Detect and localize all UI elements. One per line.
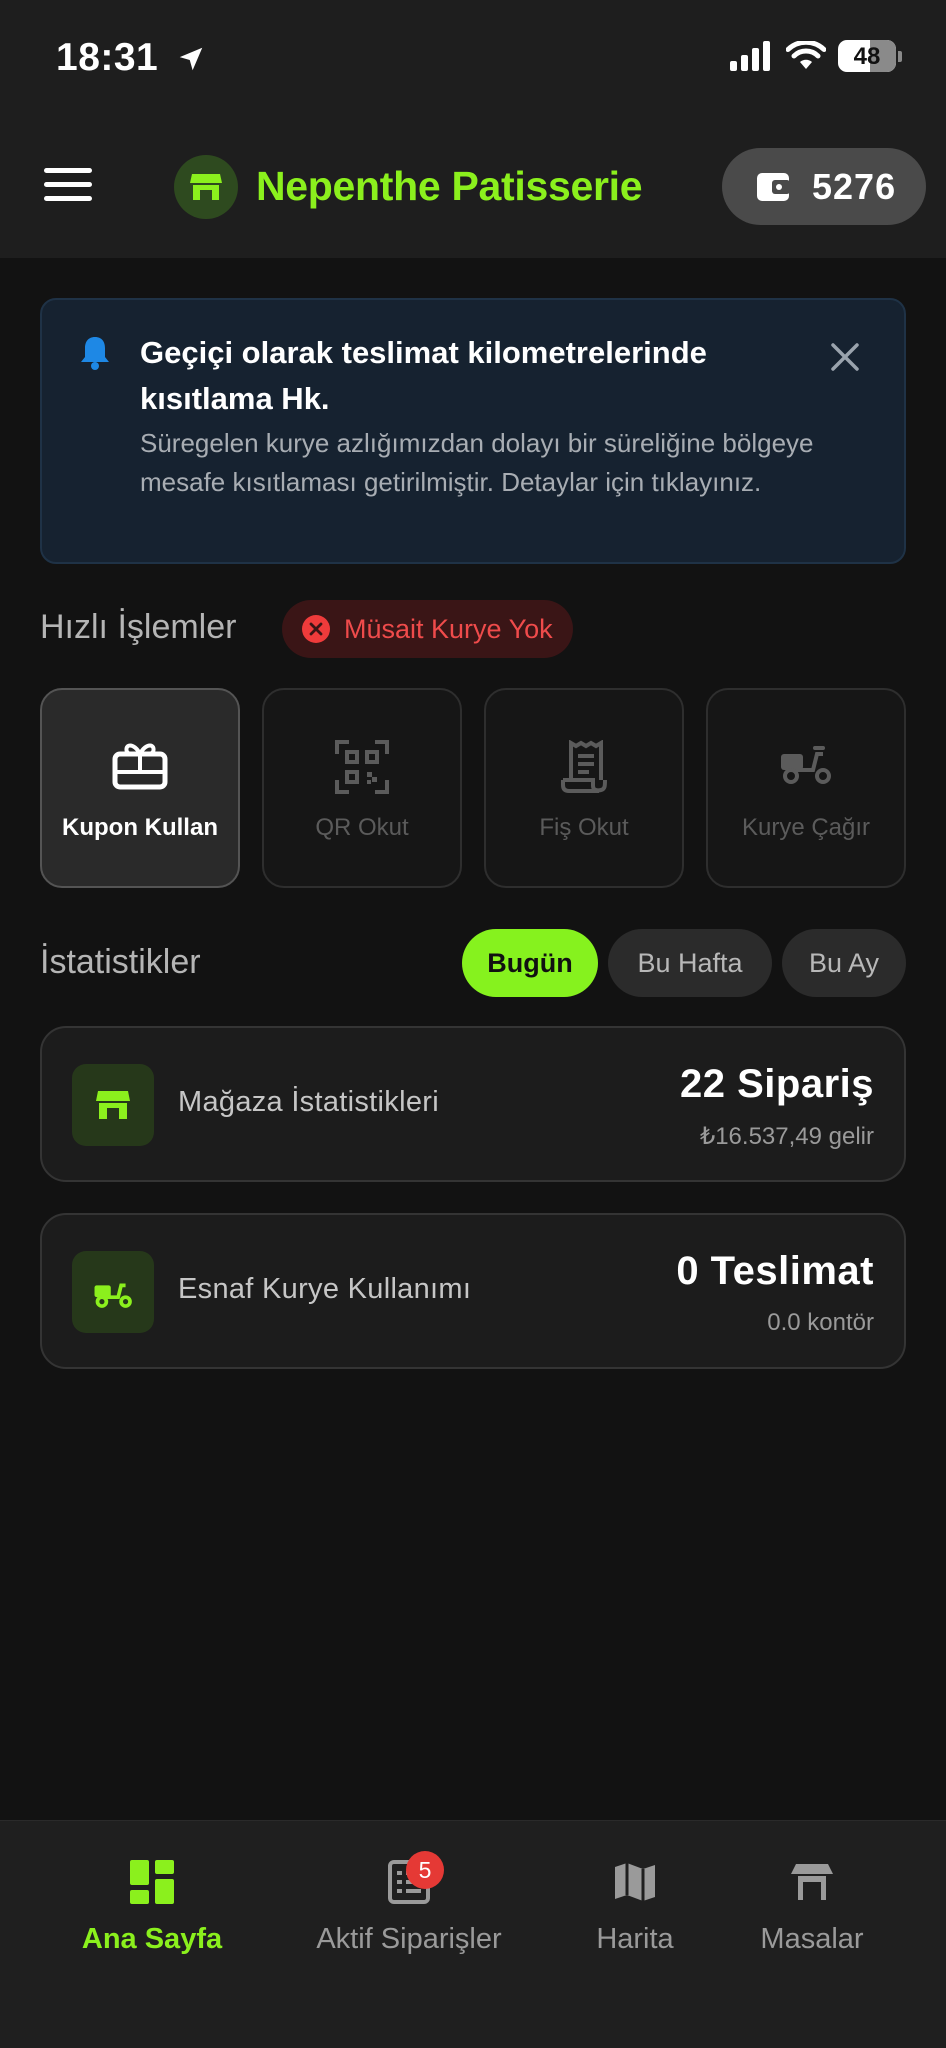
dashboard-icon (130, 1860, 174, 1904)
qr-scan-action-label: QR Okut (315, 814, 409, 841)
period-today-tab[interactable]: Bugün (462, 929, 598, 997)
store-stats-icon-box (72, 1064, 154, 1146)
map-icon (615, 1863, 655, 1901)
nav-active-orders-label: Aktif Siparişler (316, 1923, 502, 1955)
announcement-card[interactable]: Geçiçi olarak teslimat kilometrelerinde … (40, 298, 906, 564)
receipt-scan-action-label: Fiş Okut (539, 814, 629, 841)
battery-level: 48 (853, 43, 881, 70)
status-indicators: 48 (730, 40, 902, 72)
error-icon (302, 615, 330, 643)
store-name[interactable]: Nepenthe Patisserie (256, 163, 643, 210)
status-time: 18:31 (56, 36, 206, 80)
courier-status-badge: Müsait Kurye Yok (282, 600, 573, 658)
orders-count-badge: 5 (406, 1851, 444, 1889)
nav-active-orders[interactable]: 5 Aktif Siparişler (298, 1847, 520, 1956)
location-arrow-icon (179, 47, 202, 71)
stats-title: İstatistikler (40, 943, 201, 981)
announcement-body: Süregelen kurye azlığımızdan dolayı bir … (140, 428, 814, 497)
store-icon (96, 1091, 130, 1119)
nav-map[interactable]: Harita (578, 1847, 692, 1956)
store-stats-revenue: ₺16.537,49 gelir (699, 1123, 874, 1150)
receipt-icon (561, 740, 607, 793)
scooter-icon (94, 1283, 132, 1308)
nav-tables[interactable]: Masalar (750, 1847, 874, 1956)
nav-tables-label: Masalar (760, 1923, 864, 1955)
balance-button[interactable]: 5276 (722, 148, 926, 225)
quick-actions-title: Hızlı İşlemler (40, 608, 237, 646)
call-courier-action-button[interactable]: Kurye Çağır (706, 688, 906, 888)
battery-indicator: 48 (838, 40, 896, 72)
close-icon[interactable] (830, 342, 860, 372)
bell-icon (81, 337, 109, 370)
period-week-tab[interactable]: Bu Hafta (608, 929, 772, 997)
coupon-action-button[interactable]: Kupon Kullan (40, 688, 240, 888)
store-stats-card[interactable]: Mağaza İstatistikleri 22 Sipariş ₺16.537… (40, 1026, 906, 1182)
courier-usage-deliveries: 0 Teslimat (676, 1249, 874, 1293)
app-header: 18:31 48 Nepenthe Patisserie 5276 (0, 0, 946, 258)
bottom-navigation: Ana Sayfa 5 Aktif Siparişler Harita Masa… (0, 1820, 946, 2048)
courier-usage-label: Esnaf Kurye Kullanımı (178, 1273, 472, 1305)
status-time-text: 18:31 (56, 36, 159, 79)
qr-code-icon (335, 740, 389, 794)
home-screen: 18:31 48 Nepenthe Patisserie 5276 Geçiçi… (0, 0, 946, 2048)
courier-usage-card[interactable]: Esnaf Kurye Kullanımı 0 Teslimat 0.0 kon… (40, 1213, 906, 1369)
scooter-icon (781, 746, 831, 784)
coupon-action-label: Kupon Kullan (62, 814, 218, 841)
store-stats-orders: 22 Sipariş (679, 1062, 874, 1106)
courier-usage-icon-box (72, 1251, 154, 1333)
store-avatar (174, 155, 238, 219)
menu-button[interactable] (44, 168, 92, 204)
courier-status-text: Müsait Kurye Yok (344, 613, 553, 644)
courier-usage-credits: 0.0 kontör (767, 1309, 874, 1336)
table-icon (791, 1864, 833, 1900)
nav-home-label: Ana Sayfa (81, 1923, 223, 1955)
nav-map-label: Harita (596, 1923, 674, 1955)
store-stats-label: Mağaza İstatistikleri (178, 1086, 439, 1118)
announcement-title: Geçiçi olarak teslimat kilometrelerinde … (140, 335, 707, 416)
qr-scan-action-button[interactable]: QR Okut (262, 688, 462, 888)
balance-value: 5276 (812, 165, 897, 207)
gift-card-icon (112, 743, 168, 790)
nav-home[interactable]: Ana Sayfa (72, 1847, 232, 1956)
store-icon (190, 174, 222, 200)
receipt-scan-action-button[interactable]: Fiş Okut (484, 688, 684, 888)
call-courier-action-label: Kurye Çağır (741, 814, 871, 841)
signal-icon (730, 41, 770, 71)
wallet-icon (757, 172, 790, 201)
period-month-tab[interactable]: Bu Ay (782, 929, 906, 997)
wifi-icon (786, 41, 826, 69)
